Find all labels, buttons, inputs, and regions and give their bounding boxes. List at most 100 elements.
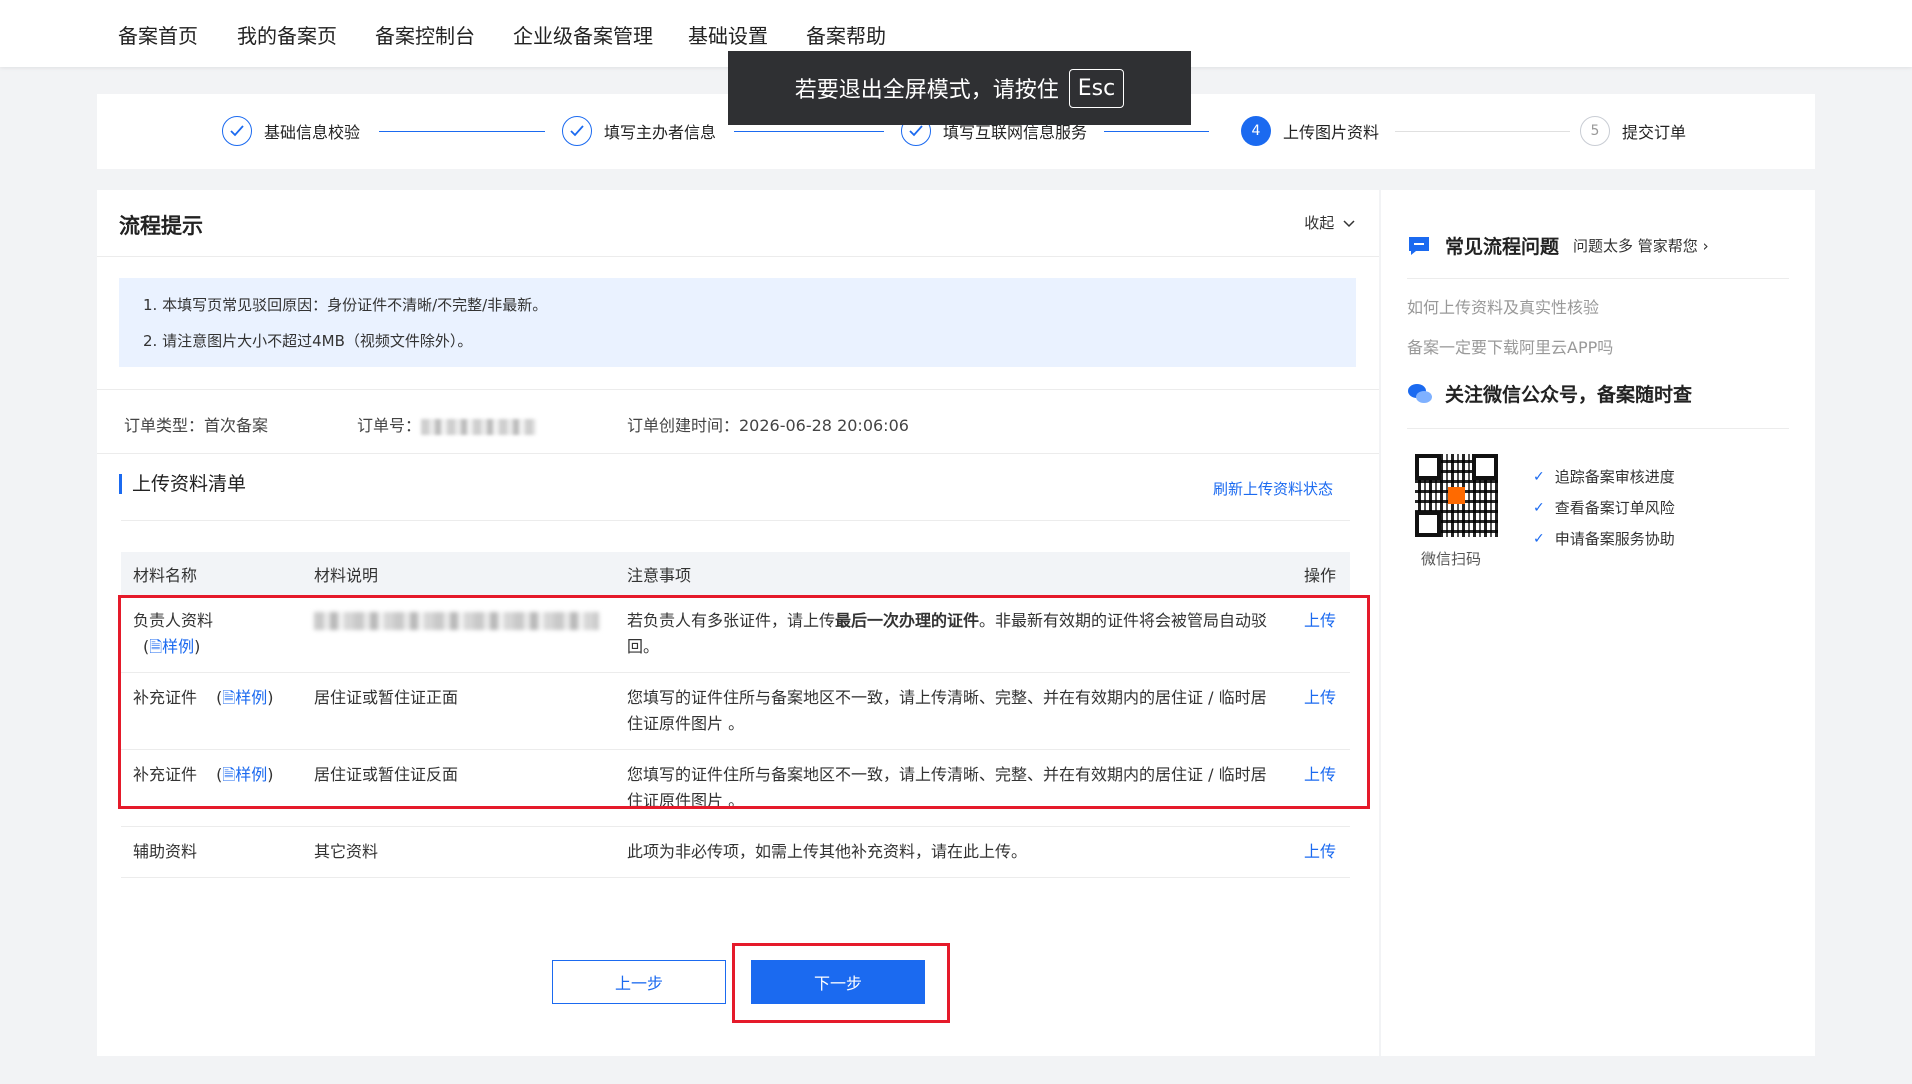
page-title: 流程提示 bbox=[119, 214, 203, 238]
upload-button[interactable]: 上传 bbox=[1304, 688, 1336, 707]
step-connector bbox=[379, 131, 545, 132]
step-label: 填写主办者信息 bbox=[604, 123, 717, 142]
faq-link-upload[interactable]: 如何上传资料及真实性核验 bbox=[1407, 294, 1599, 318]
upload-button[interactable]: 上传 bbox=[1304, 765, 1336, 784]
divider bbox=[1407, 428, 1789, 429]
aliyun-logo-icon bbox=[1448, 487, 1465, 504]
wechat-title: 关注微信公众号，备案随时查 bbox=[1445, 384, 1693, 406]
notice-line-2: 2. 请注意图片大小不超过4MB（视频文件除外）。 bbox=[143, 332, 473, 350]
document-icon: 🗎 bbox=[222, 765, 236, 784]
order-type: 订单类型：首次备案 bbox=[124, 416, 269, 435]
header-action: 操作 bbox=[1292, 552, 1350, 596]
material-name-text: 补充证件 bbox=[133, 688, 198, 707]
check-icon bbox=[562, 116, 592, 146]
step-upload-images: 4 上传图片资料 bbox=[1241, 116, 1379, 146]
check-icon bbox=[222, 116, 252, 146]
material-note: 您填写的证件住所与备案地区不一致，请上传清晰、完整、并在有效期内的居住证 / 临… bbox=[615, 672, 1292, 750]
nav-item-console[interactable]: 备案控制台 bbox=[375, 20, 475, 49]
upload-table: 材料名称 材料说明 注意事项 操作 负责人资料 (🗎样例) 若负责人有多张证件，… bbox=[121, 552, 1350, 878]
note-bold-text: 最后一次办理的证件 bbox=[835, 611, 980, 630]
faq-help-label: 问题太多 管家帮您 bbox=[1573, 237, 1698, 255]
qr-finder bbox=[1472, 454, 1498, 480]
toast-text: 若要退出全屏模式，请按住 bbox=[794, 78, 1059, 103]
benefit-item: ✓ 查看备案订单风险 bbox=[1533, 497, 1675, 518]
material-note: 此项为非必传项，如需上传其他补充资料，请在此上传。 bbox=[615, 826, 1292, 878]
benefit-item: ✓ 追踪备案审核进度 bbox=[1533, 466, 1675, 487]
document-icon: 🗎 bbox=[222, 688, 236, 707]
step-connector bbox=[734, 131, 884, 132]
material-note: 您填写的证件住所与备案地区不一致，请上传清晰、完整、并在有效期内的居住证 / 临… bbox=[615, 749, 1292, 827]
wechat-icon bbox=[1408, 383, 1432, 403]
chat-icon bbox=[1409, 236, 1429, 255]
check-icon: ✓ bbox=[1533, 499, 1545, 516]
table-row: 辅助资料 其它资料 此项为非必传项，如需上传其他补充资料，请在此上传。 上传 bbox=[121, 826, 1350, 878]
qr-caption: 微信扫码 bbox=[1421, 550, 1482, 568]
material-name: 补充证件 (🗎样例) bbox=[121, 672, 302, 750]
step-number: 5 bbox=[1580, 116, 1610, 146]
order-number: 订单号： bbox=[357, 412, 537, 436]
side-panel: 常见流程问题 问题太多 管家帮您 › 如何上传资料及真实性核验 备案一定要下载阿… bbox=[1381, 190, 1815, 1056]
material-action: 上传 bbox=[1292, 672, 1350, 750]
sample-link[interactable]: 🗎样例 bbox=[222, 765, 267, 784]
material-action: 上传 bbox=[1292, 826, 1350, 878]
header-material-name: 材料名称 bbox=[121, 552, 302, 596]
notice-box: 1. 本填写页常见驳回原因：身份证件不清晰/不完整/非最新。 2. 请注意图片大… bbox=[119, 278, 1356, 367]
faq-help-link[interactable]: 问题太多 管家帮您 › bbox=[1573, 235, 1709, 256]
sample-link[interactable]: 🗎样例 bbox=[222, 688, 267, 707]
table-row: 负责人资料 (🗎样例) 若负责人有多张证件，请上传最后一次办理的证件。非最新有效… bbox=[121, 596, 1350, 673]
faq-link-app[interactable]: 备案一定要下载阿里云APP吗 bbox=[1407, 334, 1613, 358]
nav-item-enterprise[interactable]: 企业级备案管理 bbox=[513, 20, 653, 49]
divider bbox=[97, 256, 1379, 257]
qr-finder bbox=[1415, 511, 1441, 537]
nav-item-my-filings[interactable]: 我的备案页 bbox=[237, 20, 337, 49]
material-action: 上传 bbox=[1292, 749, 1350, 827]
collapse-label: 收起 bbox=[1304, 214, 1335, 232]
step-organizer-info: 填写主办者信息 bbox=[562, 116, 716, 146]
divider bbox=[97, 453, 1379, 454]
material-name: 负责人资料 (🗎样例) bbox=[121, 596, 302, 673]
qr-code bbox=[1415, 454, 1498, 537]
material-name: 补充证件 (🗎样例) bbox=[121, 749, 302, 827]
nav-item-settings[interactable]: 基础设置 bbox=[688, 20, 768, 49]
step-connector bbox=[1104, 131, 1209, 132]
nav-item-home[interactable]: 备案首页 bbox=[118, 20, 198, 49]
step-submit-order: 5 提交订单 bbox=[1580, 116, 1686, 146]
nav-item-help[interactable]: 备案帮助 bbox=[806, 20, 886, 49]
material-name-text: 补充证件 bbox=[133, 765, 198, 784]
sample-label: 样例 bbox=[235, 765, 268, 784]
sample-link[interactable]: 🗎样例 bbox=[149, 637, 194, 656]
benefit-item: ✓ 申请备案服务协助 bbox=[1533, 528, 1675, 549]
table-row: 补充证件 (🗎样例) 居住证或暂住证正面 您填写的证件住所与备案地区不一致，请上… bbox=[121, 672, 1350, 750]
faq-title: 常见流程问题 bbox=[1445, 236, 1560, 258]
prev-step-button[interactable]: 上一步 bbox=[552, 960, 726, 1004]
benefit-text: 追踪备案审核进度 bbox=[1554, 468, 1675, 486]
main-panel: 流程提示 收起 1. 本填写页常见驳回原因：身份证件不清晰/不完整/非最新。 2… bbox=[97, 190, 1379, 1056]
refresh-status-link[interactable]: 刷新上传资料状态 bbox=[1213, 478, 1333, 499]
material-name: 辅助资料 bbox=[121, 826, 302, 878]
collapse-button[interactable]: 收起 bbox=[1304, 212, 1355, 233]
document-icon: 🗎 bbox=[149, 637, 163, 656]
redacted-order-number bbox=[421, 418, 537, 435]
order-created-time: 订单创建时间：2026-06-28 20:06:06 bbox=[627, 416, 909, 435]
upload-button[interactable]: 上传 bbox=[1304, 842, 1336, 861]
chevron-down-icon bbox=[1343, 220, 1355, 228]
divider bbox=[121, 520, 1350, 521]
material-note: 若负责人有多张证件，请上传最后一次办理的证件。非最新有效期的证件将会被管局自动驳… bbox=[615, 596, 1292, 673]
material-action: 上传 bbox=[1292, 596, 1350, 673]
upload-button[interactable]: 上传 bbox=[1304, 611, 1336, 630]
material-desc: 其它资料 bbox=[302, 826, 615, 878]
header-material-desc: 材料说明 bbox=[302, 552, 615, 596]
sample-label: 样例 bbox=[162, 637, 195, 656]
material-desc: 居住证或暂住证反面 bbox=[302, 749, 615, 827]
step-connector bbox=[1395, 131, 1570, 132]
next-step-button[interactable]: 下一步 bbox=[751, 960, 925, 1004]
note-text: 若负责人有多张证件，请上传 bbox=[627, 611, 836, 630]
chevron-right-icon: › bbox=[1702, 237, 1709, 255]
redacted-description bbox=[314, 612, 599, 630]
notice-line-1: 1. 本填写页常见驳回原因：身份证件不清晰/不完整/非最新。 bbox=[143, 296, 548, 314]
step-label: 上传图片资料 bbox=[1283, 123, 1380, 142]
check-icon: ✓ bbox=[1533, 530, 1545, 547]
esc-key: Esc bbox=[1068, 68, 1125, 108]
faq-header: 常见流程问题 问题太多 管家帮您 › bbox=[1407, 232, 1709, 259]
table-header-row: 材料名称 材料说明 注意事项 操作 bbox=[121, 552, 1350, 596]
